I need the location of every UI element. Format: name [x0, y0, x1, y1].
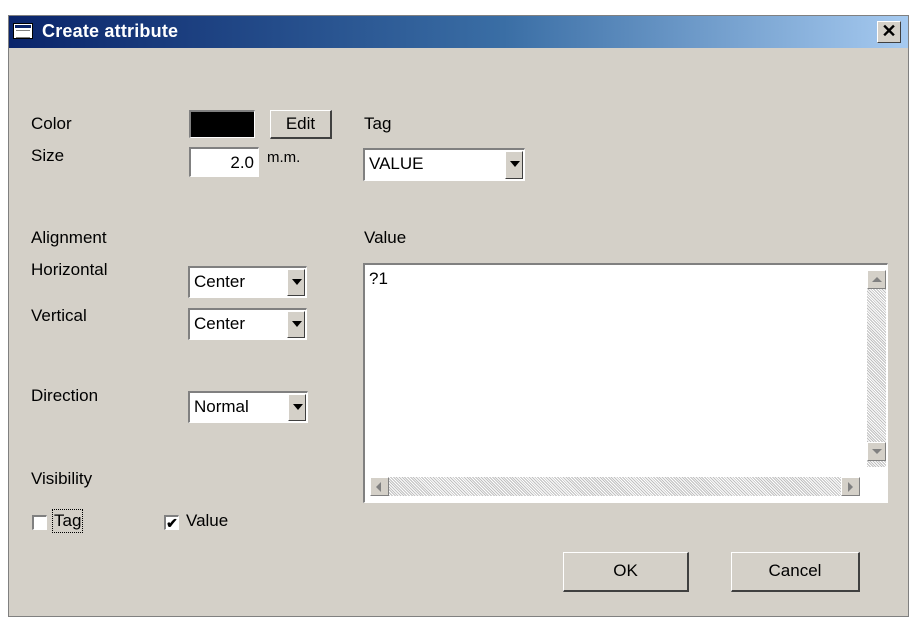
title-bar[interactable]: Create attribute ✕ — [9, 16, 908, 48]
value-text: ?1 — [369, 269, 388, 288]
tag-label: Tag — [364, 114, 392, 133]
direction-selected: Normal — [194, 397, 249, 416]
window-icon — [13, 23, 33, 39]
alignment-label: Alignment — [31, 228, 107, 247]
visibility-label: Visibility — [31, 469, 93, 488]
window-title: Create attribute — [42, 21, 179, 41]
value-label: Value — [364, 228, 407, 247]
size-input[interactable]: 2.0 — [189, 147, 259, 177]
create-attribute-dialog: Create attribute ✕ Color Edit Size 2.0 m… — [8, 15, 909, 617]
horizontal-dropdown[interactable]: Center — [188, 266, 307, 298]
size-label: Size — [31, 146, 65, 165]
horizontal-label: Horizontal — [31, 260, 108, 279]
value-checkbox-label[interactable]: Value — [186, 511, 228, 531]
chevron-down-icon[interactable] — [505, 151, 523, 179]
scroll-right-icon[interactable] — [841, 477, 860, 496]
scroll-down-icon[interactable] — [867, 442, 886, 461]
tag-checkbox-label[interactable]: Tag — [51, 509, 84, 533]
horizontal-selected: Center — [194, 272, 246, 291]
scroll-up-icon[interactable] — [867, 270, 886, 289]
value-checkbox[interactable]: ✔ — [164, 515, 179, 530]
tag-dropdown[interactable]: VALUE — [363, 148, 525, 181]
value-textarea[interactable]: ?1 — [363, 263, 888, 503]
size-value: 2.0 — [230, 153, 254, 172]
direction-label: Direction — [31, 386, 99, 405]
vertical-dropdown[interactable]: Center — [188, 308, 307, 340]
chevron-down-icon[interactable] — [287, 311, 305, 338]
vertical-selected: Center — [194, 314, 246, 333]
scroll-left-icon[interactable] — [370, 477, 389, 496]
color-label: Color — [31, 114, 72, 133]
size-unit: m.m. — [267, 149, 301, 166]
tag-checkbox[interactable] — [32, 515, 47, 530]
ok-button[interactable]: OK — [563, 552, 689, 592]
cancel-button[interactable]: Cancel — [731, 552, 860, 592]
chevron-down-icon[interactable] — [288, 394, 306, 421]
color-swatch — [189, 110, 255, 138]
close-button[interactable]: ✕ — [877, 21, 901, 43]
direction-dropdown[interactable]: Normal — [188, 391, 308, 423]
horizontal-scroll-track[interactable] — [389, 477, 841, 496]
tag-selected: VALUE — [369, 154, 424, 173]
edit-color-button[interactable]: Edit — [270, 110, 332, 139]
vertical-scroll-track[interactable] — [867, 289, 886, 467]
checkmark-icon: ✔ — [166, 515, 178, 531]
vertical-label: Vertical — [31, 306, 87, 325]
chevron-down-icon[interactable] — [287, 269, 305, 296]
